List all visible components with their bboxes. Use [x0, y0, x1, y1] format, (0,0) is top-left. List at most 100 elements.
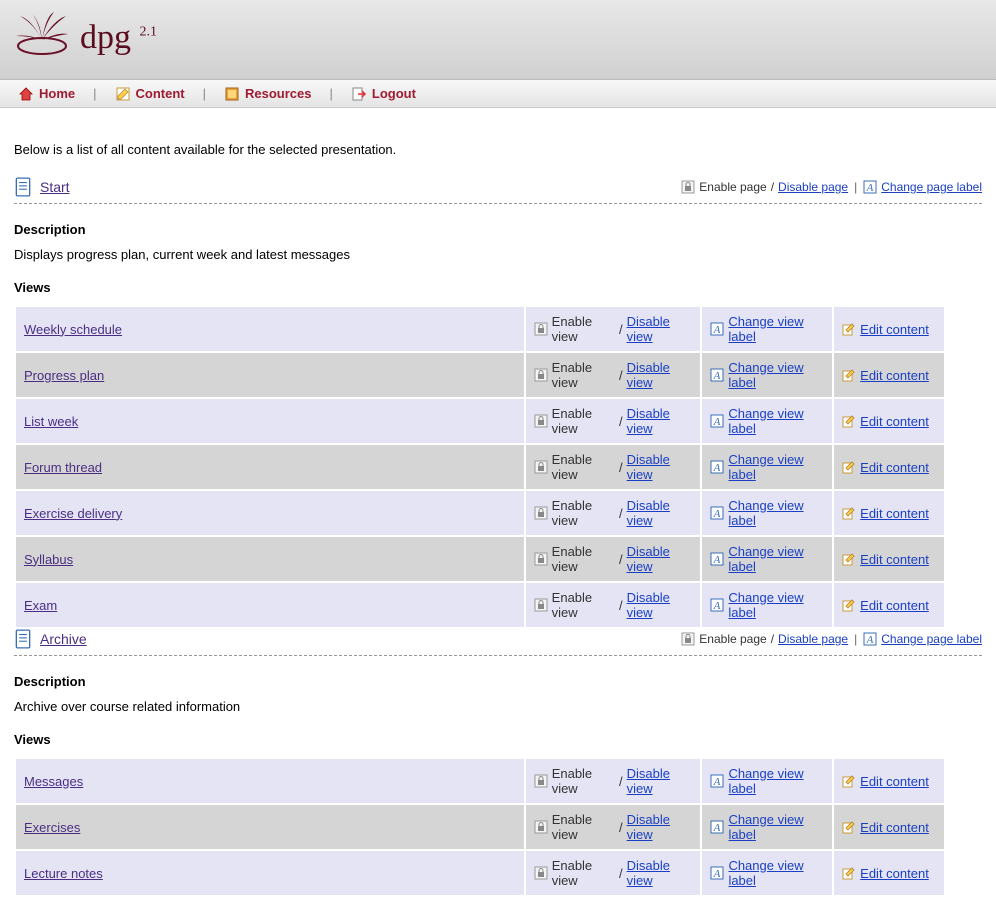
home-icon — [18, 86, 34, 102]
logout-icon — [351, 86, 367, 102]
edit-content-link[interactable]: Edit content — [860, 322, 929, 337]
label-a-icon — [863, 180, 877, 194]
page-icon — [14, 629, 32, 649]
description-heading: Description — [14, 674, 982, 689]
edit-icon — [842, 460, 856, 474]
page-title-link[interactable]: Archive — [40, 631, 87, 647]
page-section-header: Archive Enable page / Disable page | Cha… — [14, 629, 982, 656]
edit-content-link[interactable]: Edit content — [860, 460, 929, 475]
change-view-label-link[interactable]: Change view label — [728, 812, 824, 842]
lock-icon — [534, 774, 548, 788]
edit-content-link[interactable]: Edit content — [860, 866, 929, 881]
lock-icon — [681, 632, 695, 646]
nav-logout[interactable]: Logout — [351, 86, 416, 102]
label-a-icon — [710, 414, 724, 428]
nav-content[interactable]: Content — [115, 86, 185, 102]
edit-content-link[interactable]: Edit content — [860, 414, 929, 429]
disable-view-link[interactable]: Disable view — [627, 812, 693, 842]
edit-icon — [842, 598, 856, 612]
view-name-link[interactable]: Lecture notes — [24, 866, 103, 881]
content-icon — [115, 86, 131, 102]
views-table: Messages Enable view / Disable view Chan… — [14, 757, 946, 897]
view-name-link[interactable]: Exercises — [24, 820, 80, 835]
change-view-label-link[interactable]: Change view label — [728, 360, 824, 390]
enable-page-text: Enable page — [699, 180, 766, 194]
view-row: Messages Enable view / Disable view Chan… — [16, 759, 944, 803]
nav-logout-label: Logout — [372, 86, 416, 101]
edit-content-link[interactable]: Edit content — [860, 820, 929, 835]
edit-content-link[interactable]: Edit content — [860, 368, 929, 383]
label-a-icon — [710, 598, 724, 612]
edit-icon — [842, 414, 856, 428]
lock-icon — [534, 322, 548, 336]
intro-text: Below is a list of all content available… — [14, 142, 982, 157]
nav-content-label: Content — [136, 86, 185, 101]
change-view-label-link[interactable]: Change view label — [728, 590, 824, 620]
edit-icon — [842, 552, 856, 566]
change-view-label-link[interactable]: Change view label — [728, 498, 824, 528]
view-row: Exercise delivery Enable view / Disable … — [16, 491, 944, 535]
view-name-link[interactable]: Progress plan — [24, 368, 104, 383]
app-title: dpg 2.1 — [80, 19, 157, 57]
disable-view-link[interactable]: Disable view — [627, 858, 693, 888]
change-page-label-link[interactable]: Change page label — [881, 180, 982, 194]
disable-view-link[interactable]: Disable view — [627, 314, 693, 344]
views-heading: Views — [14, 280, 982, 295]
disable-view-link[interactable]: Disable view — [627, 406, 693, 436]
enable-view-text: Enable view — [552, 360, 615, 390]
nav-separator: | — [93, 86, 96, 101]
disable-view-link[interactable]: Disable view — [627, 452, 693, 482]
page-title-link[interactable]: Start — [40, 179, 70, 195]
change-view-label-link[interactable]: Change view label — [728, 452, 824, 482]
disable-page-link[interactable]: Disable page — [778, 180, 848, 194]
views-table: Weekly schedule Enable view / Disable vi… — [14, 305, 946, 629]
lock-icon — [534, 866, 548, 880]
edit-content-link[interactable]: Edit content — [860, 774, 929, 789]
change-view-label-link[interactable]: Change view label — [728, 544, 824, 574]
views-heading: Views — [14, 732, 982, 747]
edit-content-link[interactable]: Edit content — [860, 552, 929, 567]
change-page-label-link[interactable]: Change page label — [881, 632, 982, 646]
view-name-link[interactable]: Messages — [24, 774, 83, 789]
view-name-link[interactable]: Exam — [24, 598, 57, 613]
edit-icon — [842, 774, 856, 788]
view-name-link[interactable]: List week — [24, 414, 78, 429]
disable-page-link[interactable]: Disable page — [778, 632, 848, 646]
edit-icon — [842, 322, 856, 336]
description-heading: Description — [14, 222, 982, 237]
main-content: Below is a list of all content available… — [0, 108, 996, 911]
view-row: Progress plan Enable view / Disable view… — [16, 353, 944, 397]
nav-home[interactable]: Home — [18, 86, 75, 102]
disable-view-link[interactable]: Disable view — [627, 766, 693, 796]
edit-icon — [842, 506, 856, 520]
label-a-icon — [710, 506, 724, 520]
enable-view-text: Enable view — [552, 544, 615, 574]
view-row: Exam Enable view / Disable view Change v… — [16, 583, 944, 627]
change-view-label-link[interactable]: Change view label — [728, 314, 824, 344]
view-name-link[interactable]: Syllabus — [24, 552, 73, 567]
label-a-icon — [710, 552, 724, 566]
disable-view-link[interactable]: Disable view — [627, 590, 693, 620]
enable-view-text: Enable view — [552, 766, 615, 796]
edit-content-link[interactable]: Edit content — [860, 598, 929, 613]
change-view-label-link[interactable]: Change view label — [728, 766, 824, 796]
view-row: Weekly schedule Enable view / Disable vi… — [16, 307, 944, 351]
page-section-header: Start Enable page / Disable page | Chang… — [14, 177, 982, 204]
view-name-link[interactable]: Forum thread — [24, 460, 102, 475]
edit-content-link[interactable]: Edit content — [860, 506, 929, 521]
resources-icon — [224, 86, 240, 102]
enable-view-text: Enable view — [552, 812, 615, 842]
view-name-link[interactable]: Weekly schedule — [24, 322, 122, 337]
lock-icon — [534, 506, 548, 520]
disable-view-link[interactable]: Disable view — [627, 360, 693, 390]
enable-page-text: Enable page — [699, 632, 766, 646]
change-view-label-link[interactable]: Change view label — [728, 406, 824, 436]
disable-view-link[interactable]: Disable view — [627, 498, 693, 528]
nav-resources-label: Resources — [245, 86, 311, 101]
label-a-icon — [710, 460, 724, 474]
change-view-label-link[interactable]: Change view label — [728, 858, 824, 888]
view-name-link[interactable]: Exercise delivery — [24, 506, 122, 521]
nav-resources[interactable]: Resources — [224, 86, 311, 102]
page-icon — [14, 177, 32, 197]
disable-view-link[interactable]: Disable view — [627, 544, 693, 574]
